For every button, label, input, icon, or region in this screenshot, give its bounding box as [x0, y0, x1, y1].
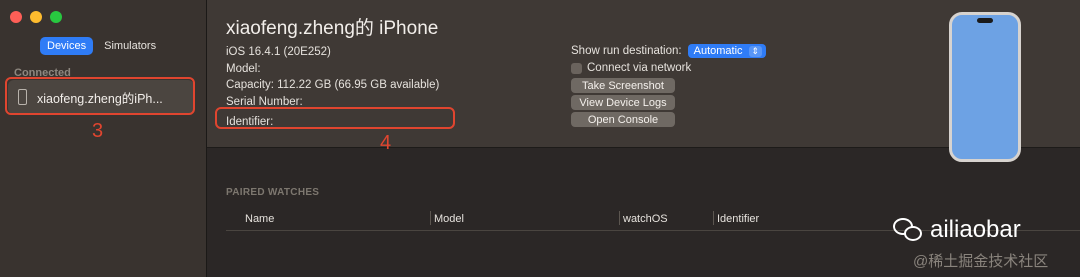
paired-watches-label: PAIRED WATCHES — [226, 187, 320, 198]
capacity-field: Capacity: 112.22 GB (66.95 GB available) — [226, 79, 440, 91]
column-divider — [430, 211, 431, 225]
model-field: Model: — [226, 62, 261, 75]
take-screenshot-button[interactable]: Take Screenshot — [571, 78, 675, 93]
column-name[interactable]: Name — [245, 213, 274, 225]
annotation-box-3 — [5, 77, 195, 115]
watermark-site: @稀土掘金技术社区 — [913, 253, 1049, 270]
run-destination-popup[interactable]: Automatic ⇕ — [687, 44, 767, 58]
device-image — [949, 12, 1021, 162]
view-device-logs-button[interactable]: View Device Logs — [571, 95, 675, 110]
window-controls — [10, 11, 62, 23]
close-window-button[interactable] — [10, 11, 22, 23]
device-type-segmented-control: Devices Simulators — [40, 37, 163, 55]
annotation-number-4: 4 — [380, 132, 392, 154]
sidebar: Devices Simulators Connected xiaofeng.zh… — [0, 0, 207, 277]
connect-via-network-label: Connect via network — [587, 62, 692, 74]
column-divider — [619, 211, 620, 225]
device-controls: Show run destination: Automatic ⇕ Connec… — [571, 44, 767, 127]
tab-devices[interactable]: Devices — [40, 37, 94, 55]
ios-version: iOS 16.4.1 (20E252) — [226, 46, 331, 58]
connect-via-network-checkbox[interactable] — [571, 62, 582, 74]
notch — [977, 18, 993, 23]
run-destination-label: Show run destination: — [571, 45, 682, 57]
annotation-box-4 — [215, 107, 455, 129]
device-header: xiaofeng.zheng的 iPhone iOS 16.4.1 (20E25… — [207, 0, 1080, 162]
run-destination-value: Automatic — [693, 45, 743, 57]
tab-simulators[interactable]: Simulators — [97, 37, 163, 55]
zoom-window-button[interactable] — [50, 11, 62, 23]
wechat-icon — [893, 218, 923, 242]
column-identifier[interactable]: Identifier — [717, 213, 759, 225]
device-title: xiaofeng.zheng的 iPhone — [226, 18, 439, 39]
minimize-window-button[interactable] — [30, 11, 42, 23]
column-divider — [713, 211, 714, 225]
open-console-button[interactable]: Open Console — [571, 112, 675, 127]
column-watchos[interactable]: watchOS — [623, 213, 668, 225]
watermark: ailiaobar — [893, 216, 1021, 244]
watermark-brand: ailiaobar — [930, 216, 1021, 243]
column-model[interactable]: Model — [434, 213, 464, 225]
chevron-updown-icon: ⇕ — [748, 45, 763, 57]
annotation-number-3: 3 — [92, 120, 104, 142]
